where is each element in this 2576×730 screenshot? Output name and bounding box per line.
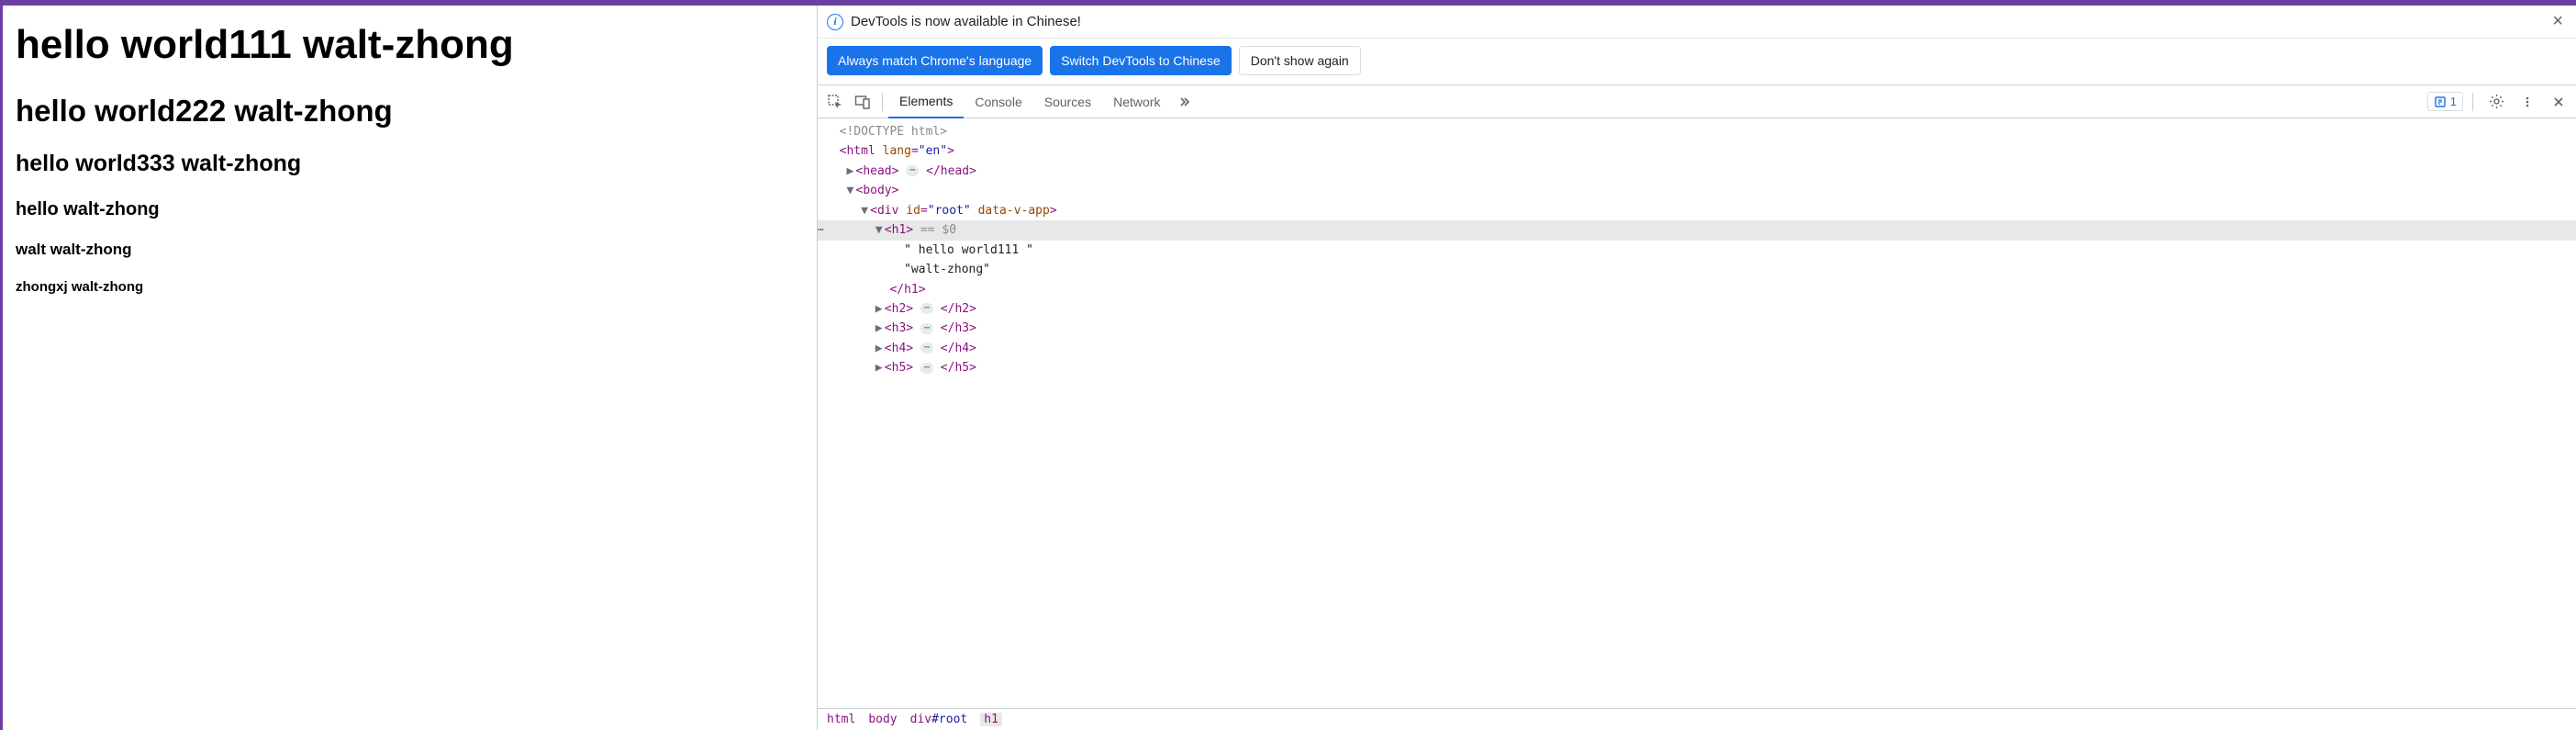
info-icon: i <box>827 14 843 30</box>
dom-h1-text1[interactable]: " hello world111 " <box>818 241 2576 260</box>
device-toolbar-icon[interactable] <box>849 88 876 116</box>
devtools-panel: i DevTools is now available in Chinese! … <box>817 6 2576 730</box>
page-content: hello world111 walt-zhong hello world222… <box>0 6 817 730</box>
dom-h3[interactable]: ▶<h3> ⋯ </h3> <box>818 319 2576 338</box>
heading-3: hello world333 walt-zhong <box>16 151 804 177</box>
dom-breadcrumb: html body div#root h1 <box>818 708 2576 730</box>
always-match-language-button[interactable]: Always match Chrome's language <box>827 46 1043 75</box>
inspect-element-icon[interactable] <box>821 88 849 116</box>
main-container: hello world111 walt-zhong hello world222… <box>0 6 2576 730</box>
tab-sources[interactable]: Sources <box>1033 85 1102 118</box>
tab-elements[interactable]: Elements <box>888 85 964 118</box>
tab-network[interactable]: Network <box>1102 85 1171 118</box>
dom-h5[interactable]: ▶<h5> ⋯ </h5> <box>818 358 2576 377</box>
dom-div-root[interactable]: ▼<div id="root" data-v-app> <box>818 201 2576 220</box>
dom-tree[interactable]: <!DOCTYPE html> <html lang="en"> ▶<head>… <box>818 118 2576 708</box>
toolbar-divider <box>882 93 883 111</box>
heading-4: hello walt-zhong <box>16 199 804 220</box>
dom-h1-open[interactable]: ▼<h1> == $0 <box>818 220 2576 240</box>
issues-badge[interactable]: 1 <box>2427 92 2463 111</box>
heading-1: hello world111 walt-zhong <box>16 22 804 68</box>
devtools-toolbar: Elements Console Sources Network 1 <box>818 85 2576 118</box>
breadcrumb-body[interactable]: body <box>868 713 897 726</box>
banner-actions: Always match Chrome's language Switch De… <box>818 39 2576 85</box>
more-tabs-icon[interactable] <box>1171 88 1199 116</box>
kebab-menu-icon[interactable] <box>2514 88 2541 116</box>
dom-h2[interactable]: ▶<h2> ⋯ </h2> <box>818 299 2576 319</box>
gear-icon[interactable] <box>2482 88 2510 116</box>
switch-to-chinese-button[interactable]: Switch DevTools to Chinese <box>1050 46 1232 75</box>
dom-head[interactable]: ▶<head> ⋯ </head> <box>818 162 2576 181</box>
tab-console[interactable]: Console <box>964 85 1032 118</box>
banner-text: DevTools is now available in Chinese! <box>851 14 1081 29</box>
dom-h4[interactable]: ▶<h4> ⋯ </h4> <box>818 339 2576 358</box>
dom-doctype[interactable]: <!DOCTYPE html> <box>818 122 2576 141</box>
issues-count: 1 <box>2450 95 2457 108</box>
toolbar-divider <box>2472 93 2473 111</box>
heading-2: hello world222 walt-zhong <box>16 94 804 129</box>
dont-show-again-button[interactable]: Don't show again <box>1239 46 1361 75</box>
issues-icon <box>2434 95 2447 108</box>
dom-html-open[interactable]: <html lang="en"> <box>818 141 2576 161</box>
devtools-language-banner: i DevTools is now available in Chinese! … <box>818 6 2576 39</box>
breadcrumb-h1[interactable]: h1 <box>980 713 1002 726</box>
close-icon[interactable]: × <box>2548 11 2567 32</box>
dom-h1-text2[interactable]: "walt-zhong" <box>818 260 2576 279</box>
breadcrumb-html[interactable]: html <box>827 713 855 726</box>
heading-6: zhongxj walt-zhong <box>16 279 804 295</box>
close-devtools-icon[interactable] <box>2545 88 2572 116</box>
dom-h1-close[interactable]: </h1> <box>818 280 2576 299</box>
heading-5: walt walt-zhong <box>16 241 804 259</box>
breadcrumb-div-root[interactable]: div#root <box>910 713 968 726</box>
dom-body-open[interactable]: ▼<body> <box>818 181 2576 200</box>
